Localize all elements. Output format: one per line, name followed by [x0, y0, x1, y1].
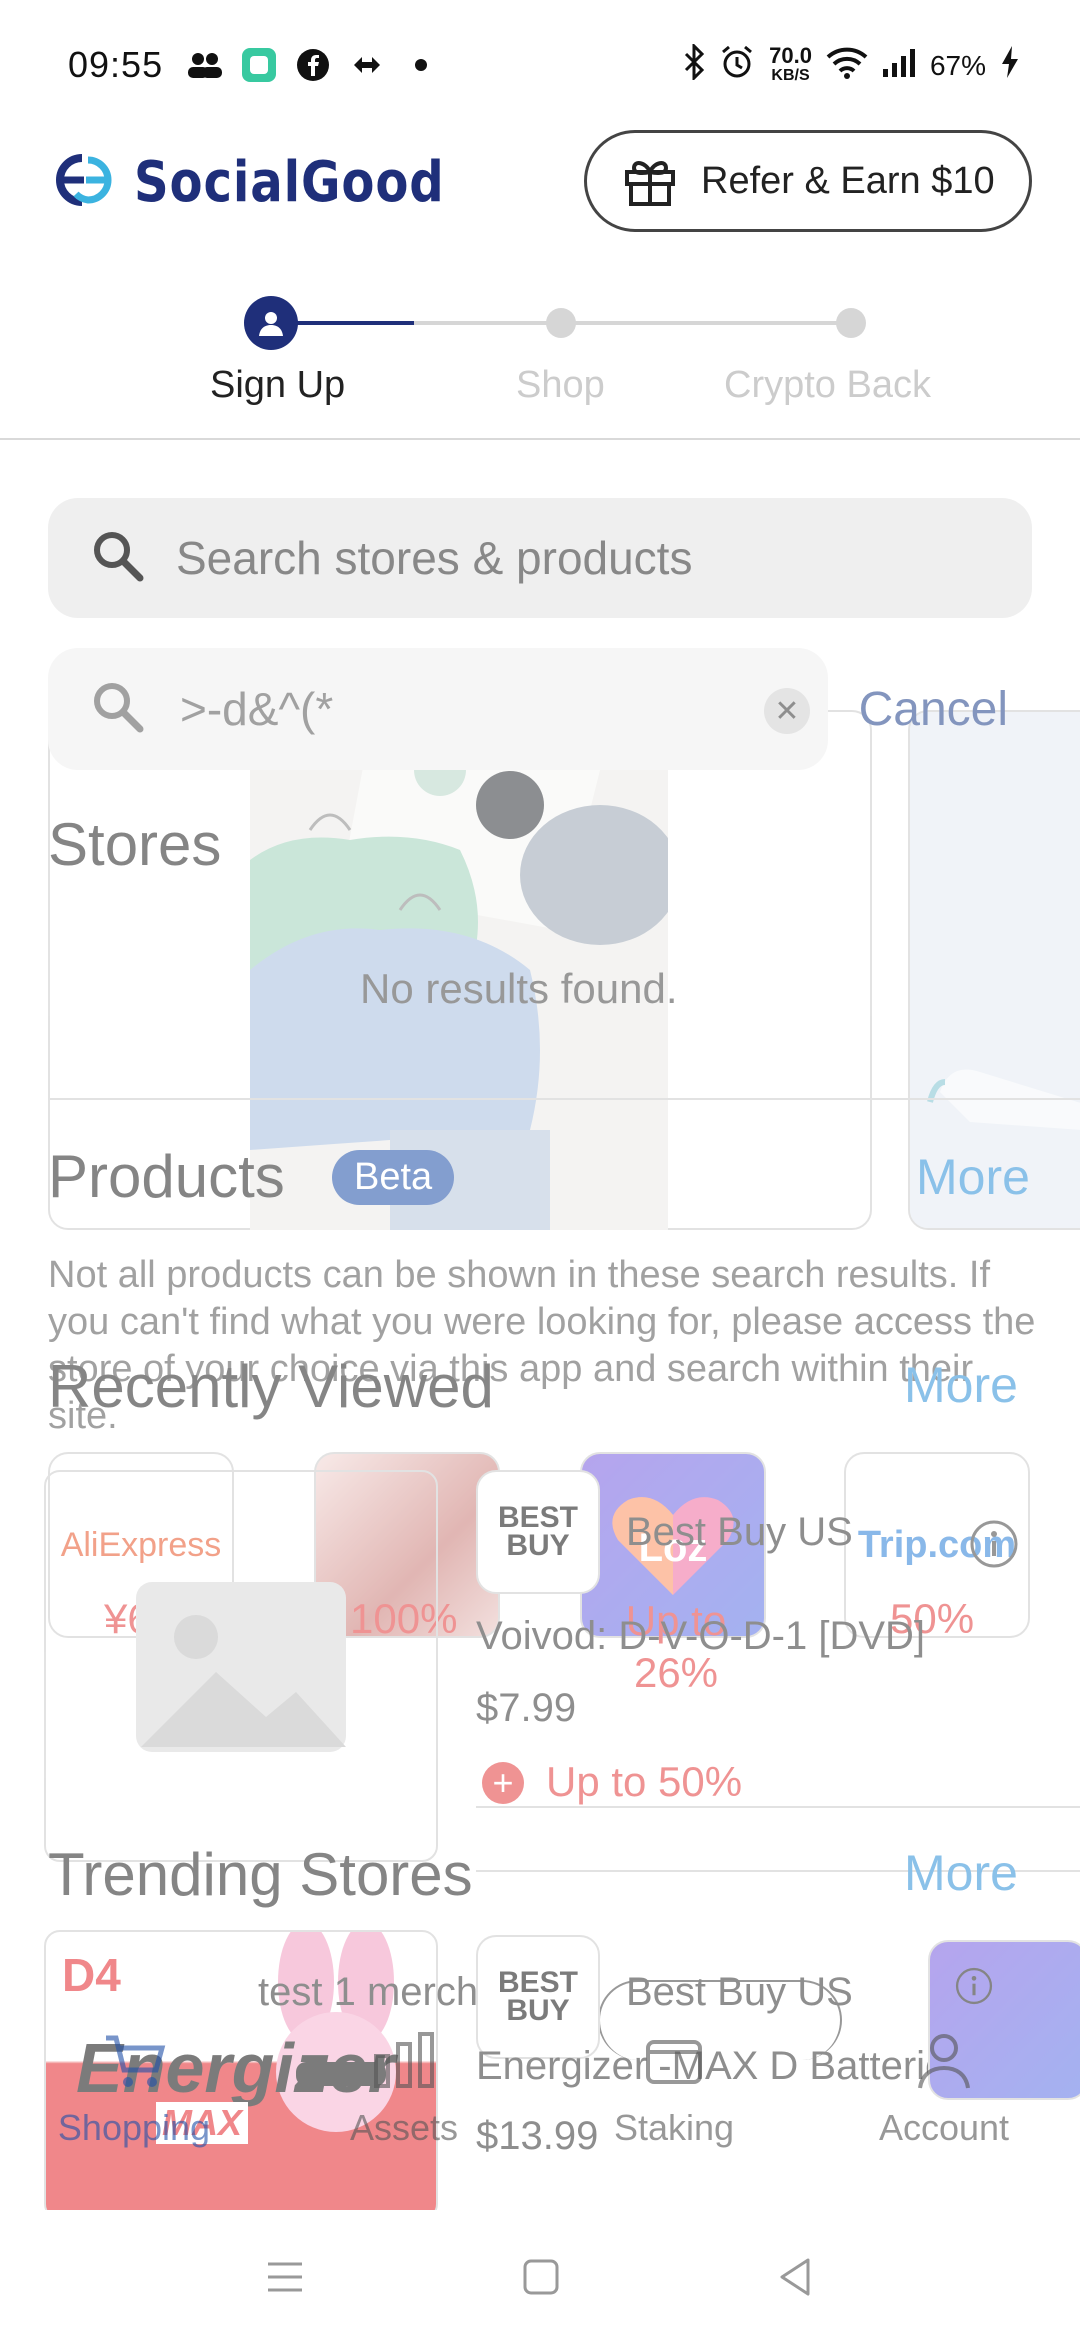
search-stores-bar[interactable]: Search stores & products [48, 498, 1032, 618]
nav-account[interactable]: Account [844, 2030, 1044, 2149]
bluetooth-icon [683, 42, 705, 87]
store-name: Best Buy US [626, 1510, 853, 1554]
divider [48, 1098, 1080, 1100]
battery-level: 67% [929, 49, 986, 81]
onboarding-steps: Sign Up Shop Crypto Back [0, 290, 1080, 440]
best-buy-logo: BEST BUY [498, 1966, 579, 2027]
products-heading: Products [48, 1143, 285, 1210]
recently-viewed-heading: Recently Viewed [48, 1353, 494, 1420]
status-bar: 09:55 70.0 KB/S 67% [0, 0, 1080, 130]
data-icon [348, 46, 386, 84]
search-placeholder: Search stores & products [176, 532, 693, 584]
step-shop-label: Shop [516, 364, 605, 406]
refer-earn-button[interactable]: Refer & Earn $10 [584, 130, 1032, 232]
dot-icon [402, 46, 440, 84]
gift-icon [621, 150, 679, 213]
trending-more-link[interactable]: More [904, 1844, 1018, 1902]
clear-search-icon[interactable]: ✕ [764, 688, 810, 734]
product-cashback: Up to 50% [546, 1758, 743, 1805]
image-placeholder-icon [136, 1582, 346, 1752]
refer-label: Refer & Earn $10 [701, 159, 995, 202]
nav-assets-label: Assets [349, 2107, 459, 2148]
people-icon [186, 46, 224, 84]
bottom-navigation: Shopping Assets Staking Account [0, 2030, 1080, 2210]
stores-heading: Stores [48, 811, 222, 878]
status-time: 09:55 [68, 44, 164, 85]
system-navigation-bar [0, 2210, 1080, 2340]
step-connector [414, 321, 564, 325]
search-icon [90, 528, 146, 589]
product-image-placeholder[interactable] [44, 1470, 438, 1862]
step-signup-dot [244, 296, 298, 350]
step-connector [564, 321, 852, 325]
stacked-content-layer: >-d&^(* ✕ Cancel Stores No results found… [0, 640, 1080, 2220]
menu-icon[interactable] [262, 2254, 308, 2300]
nav-staking-label: Staking [613, 2107, 735, 2148]
network-speed: 70.0 KB/S [769, 42, 812, 84]
nav-assets[interactable]: Assets [304, 2030, 504, 2149]
back-icon[interactable] [772, 2254, 818, 2300]
search-icon [90, 679, 146, 740]
step-signup-label: Sign Up [210, 364, 346, 406]
nav-account-label: Account [878, 2107, 1010, 2148]
info-icon[interactable] [954, 1966, 994, 2006]
best-buy-logo: BEST BUY [498, 1501, 579, 1562]
user-icon [259, 312, 283, 336]
info-icon[interactable] [968, 1518, 1020, 1575]
signal-icon [882, 47, 916, 84]
step-crypto-dot [836, 308, 866, 338]
app-header: SocialGood Refer & Earn $10 [0, 130, 1080, 240]
divider [476, 1806, 1080, 1808]
brand-name: SocialGood [134, 150, 445, 215]
socialgood-logo-icon [42, 150, 116, 215]
product-name: Voivod: D-V-O-D-1 [DVD] [476, 1614, 926, 1658]
nav-shopping-label: Shopping [57, 2107, 211, 2148]
step-crypto-label: Crypto Back [724, 364, 931, 406]
beta-badge: Beta [332, 1150, 455, 1205]
search-query: >-d&^(* [180, 683, 334, 735]
search-field[interactable]: >-d&^(* ✕ [48, 648, 828, 770]
nav-shopping[interactable]: Shopping [34, 2030, 234, 2149]
brand-logo[interactable]: SocialGood [42, 150, 495, 215]
user-icon [918, 2034, 970, 2089]
more-link[interactable]: More [916, 1148, 1030, 1206]
no-results-message: No results found. [360, 965, 678, 1012]
trending-stores-heading: Trending Stores [48, 1841, 473, 1908]
status-icons-right: 70.0 KB/S 67% [683, 42, 1020, 87]
wifi-icon [826, 45, 868, 86]
cancel-search-button[interactable]: Cancel [859, 682, 1008, 737]
charging-icon [1000, 45, 1020, 86]
step-shop-dot [546, 308, 576, 338]
status-icons-left [186, 46, 440, 84]
wallet-icon [646, 2040, 702, 2084]
home-icon[interactable] [518, 2254, 564, 2300]
bar-chart-icon [374, 2032, 434, 2088]
trending-store-name: Best Buy US [626, 1970, 853, 2014]
alarm-icon [719, 44, 755, 87]
best-buy-logo-tile: BEST BUY [476, 1470, 600, 1594]
facebook-icon [294, 46, 332, 84]
recently-viewed-more-link[interactable]: More [904, 1356, 1018, 1414]
app-icon [240, 46, 278, 84]
cashback-plus-icon: + [482, 1762, 524, 1804]
cart-icon [106, 2035, 166, 2087]
nav-staking[interactable]: Staking [574, 2030, 774, 2149]
product-price: $7.99 [476, 1686, 577, 1730]
